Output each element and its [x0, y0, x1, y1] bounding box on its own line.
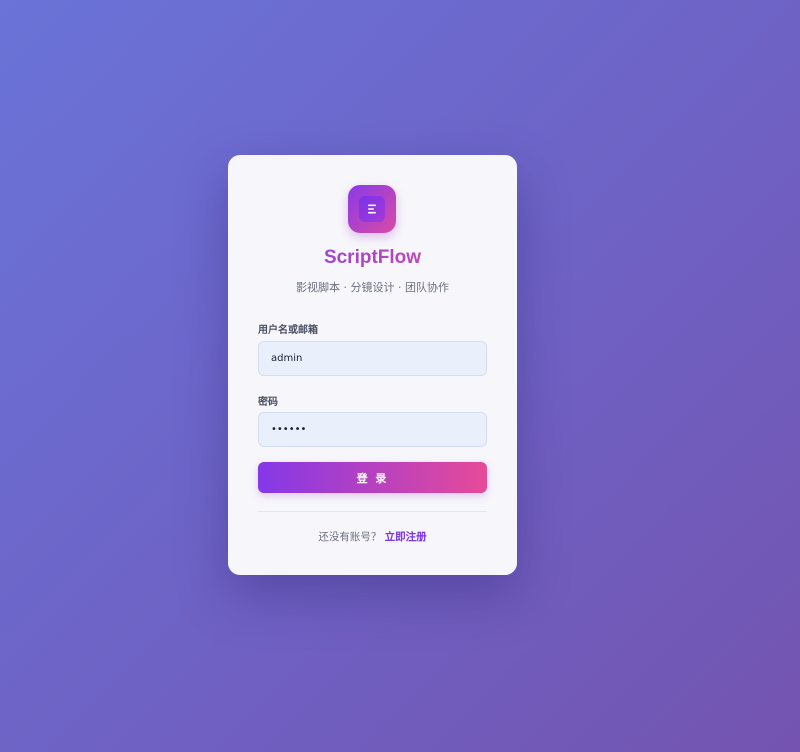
register-prompt: 还没有账号？	[318, 531, 382, 543]
password-input[interactable]: ••••••	[258, 412, 487, 447]
password-value: ••••••	[271, 424, 307, 435]
app-tagline: 影视脚本 · 分镜设计 · 团队协作	[296, 281, 449, 294]
app-logo	[348, 185, 396, 233]
register-row: 还没有账号？ 立即注册	[228, 529, 517, 544]
divider	[258, 511, 487, 512]
login-card: ScriptFlow 影视脚本 · 分镜设计 · 团队协作 用户名或邮箱 adm…	[228, 155, 517, 575]
script-icon	[359, 196, 385, 222]
app-title: ScriptFlow	[228, 247, 517, 269]
username-label: 用户名或邮箱	[258, 325, 318, 336]
username-input[interactable]: admin	[258, 341, 487, 376]
login-button[interactable]: 登 录	[258, 462, 487, 493]
password-label: 密码	[258, 397, 278, 408]
register-link[interactable]: 立即注册	[385, 531, 427, 543]
username-value: admin	[271, 353, 303, 364]
